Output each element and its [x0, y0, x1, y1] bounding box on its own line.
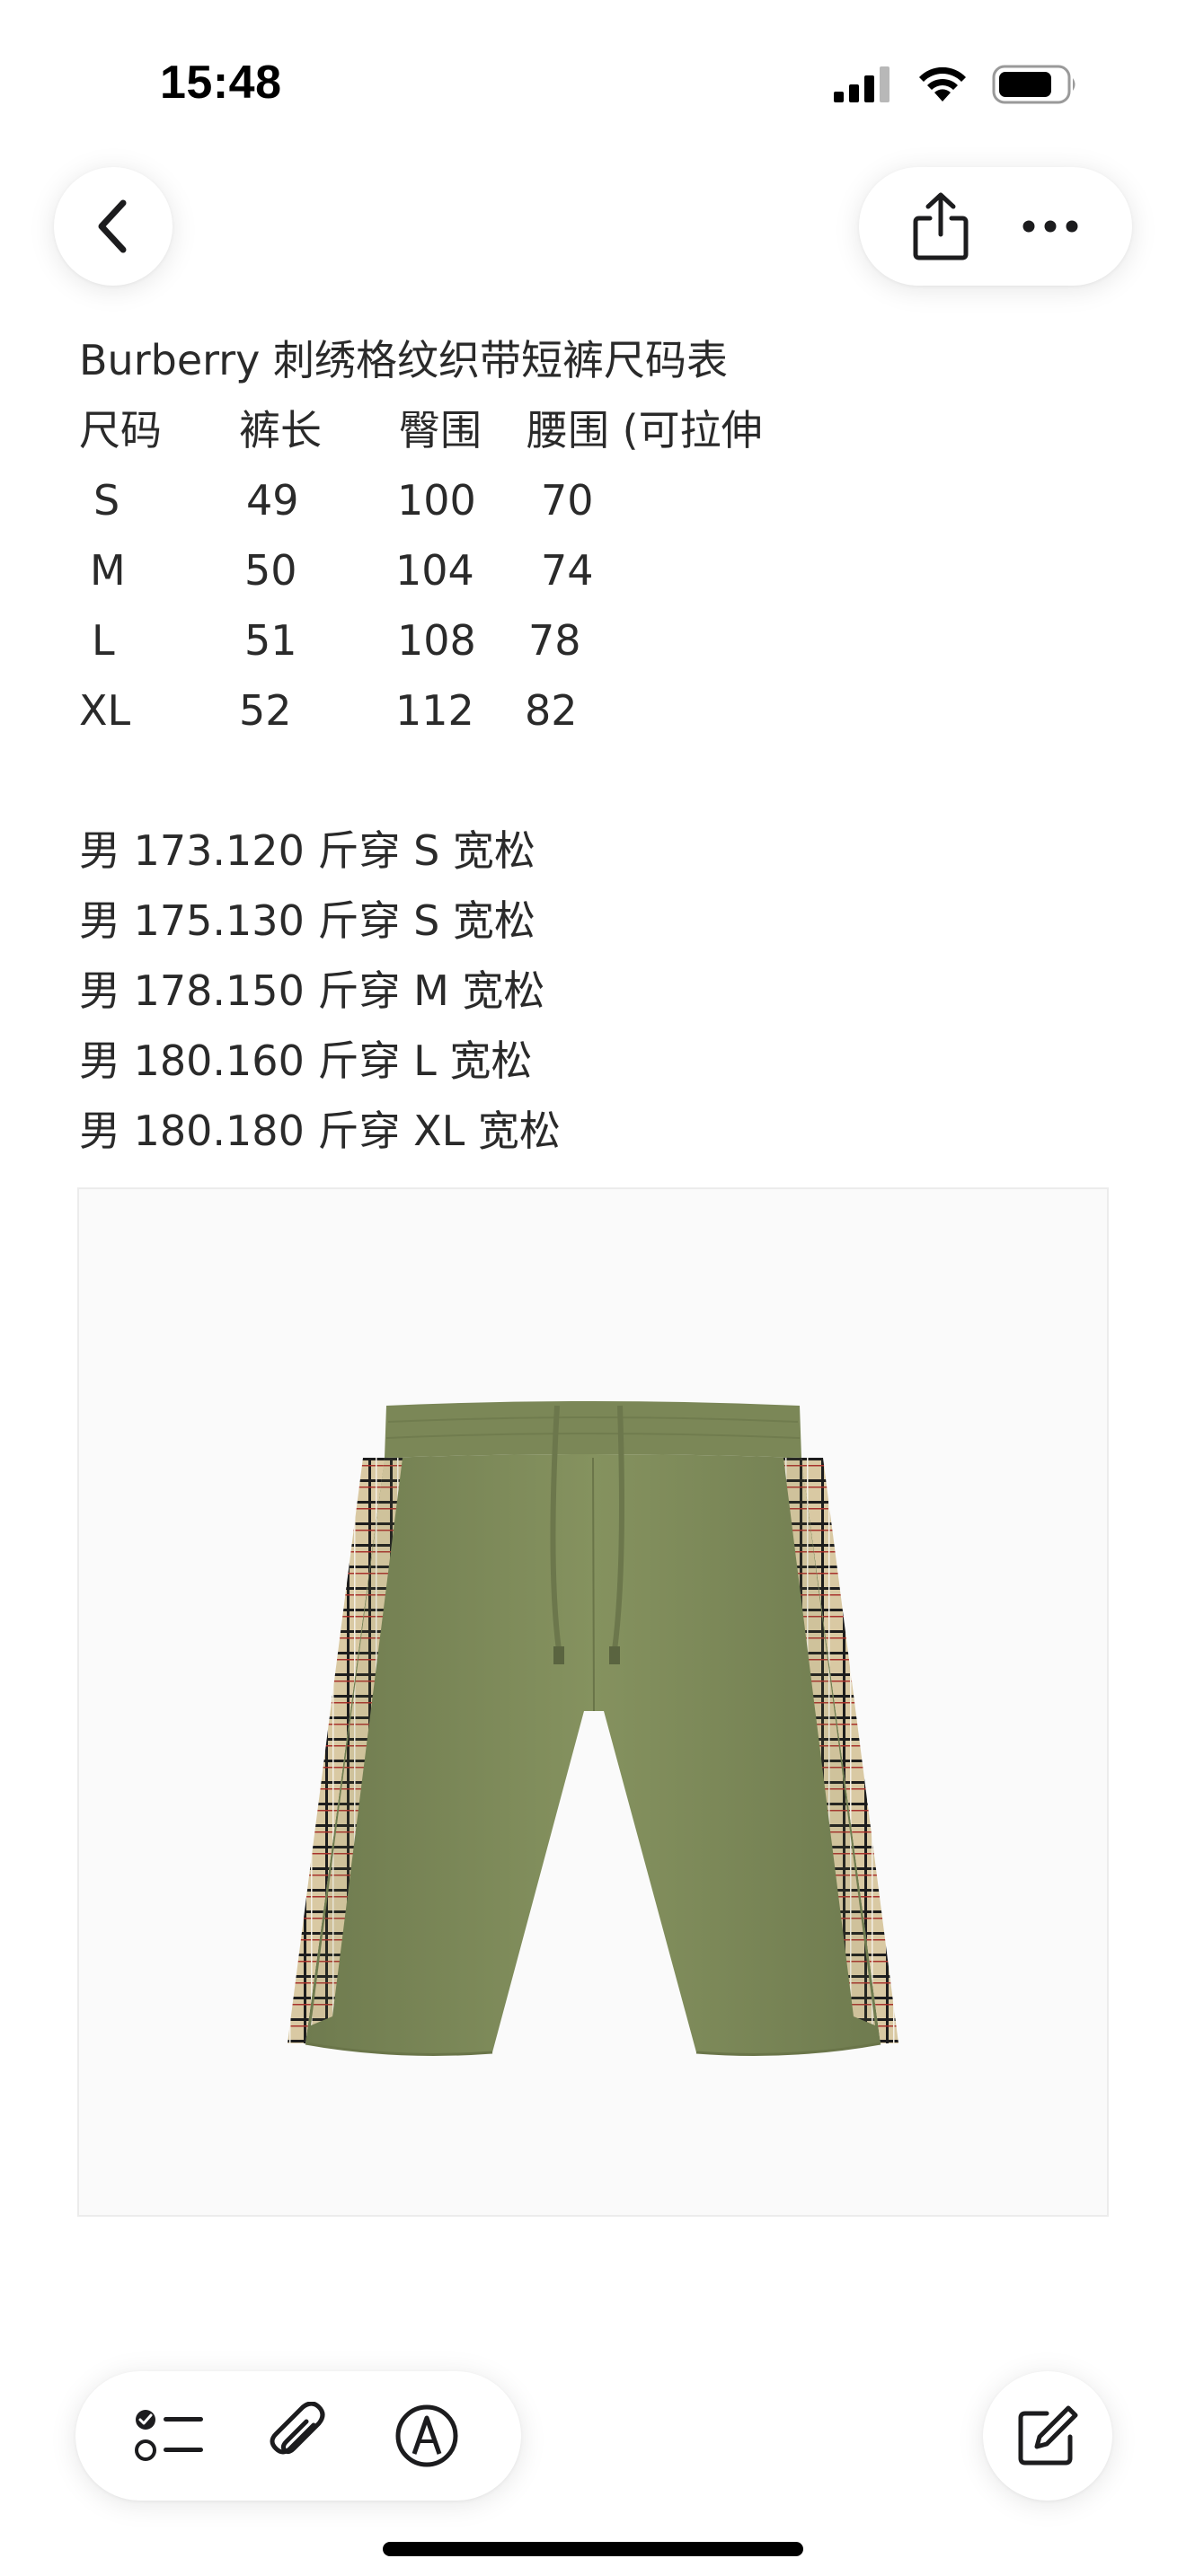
note-title: Burberry 刺绣格纹织带短裤尺码表: [79, 336, 728, 384]
header-size: 尺码: [79, 406, 162, 454]
cellular-signal-icon: [834, 66, 890, 102]
notes-screen: 15:48 Burberry 刺绣格纹织带短裤尺码表 尺码 裤长 臀围 腰围 (…: [0, 0, 1186, 2576]
wifi-icon: [919, 66, 966, 101]
pen-markup-icon: [395, 2404, 458, 2467]
size-label: M: [90, 546, 126, 595]
compose-button[interactable]: [983, 2371, 1112, 2501]
home-indicator[interactable]: [383, 2542, 803, 2556]
size-row-l: L 51 108 78: [79, 605, 1112, 675]
fit-line: 男 175.130 斤穿 S 宽松: [79, 896, 535, 945]
waist-value: 74: [541, 546, 594, 595]
waist-value: 78: [528, 616, 581, 665]
attachment-button[interactable]: [262, 2400, 334, 2472]
hip-value: 100: [397, 476, 476, 525]
fit-line: 男 173.120 斤穿 S 宽松: [79, 826, 535, 875]
waist-value: 70: [541, 476, 594, 525]
product-image[interactable]: [77, 1187, 1109, 2217]
markup-button[interactable]: [391, 2400, 463, 2472]
checklist-button[interactable]: [134, 2400, 206, 2472]
header-waist: 腰围 (可拉伸: [527, 406, 763, 454]
waist-value: 82: [525, 686, 578, 735]
status-icons: [834, 65, 1078, 104]
size-label: S: [93, 476, 120, 525]
header-length: 裤长: [239, 406, 322, 454]
note-tools-pill: [75, 2371, 521, 2501]
checklist-icon: [135, 2410, 204, 2461]
compose-icon: [1018, 2405, 1078, 2466]
fit-line: 男 178.150 斤穿 M 宽松: [79, 966, 545, 1015]
ellipsis-icon: [1022, 220, 1078, 233]
chevron-left-icon: [98, 199, 127, 253]
hip-value: 104: [395, 546, 474, 595]
shorts-illustration: [288, 1401, 898, 2056]
size-label: L: [92, 616, 115, 665]
length-value: 50: [244, 546, 297, 595]
note-body[interactable]: Burberry 刺绣格纹织带短裤尺码表 尺码 裤长 臀围 腰围 (可拉伸 S …: [79, 325, 1112, 1166]
size-label: XL: [79, 686, 131, 735]
fit-line: 男 180.160 斤穿 L 宽松: [79, 1037, 533, 1085]
battery-icon: [992, 65, 1075, 104]
note-actions-pill: [859, 167, 1132, 286]
status-time: 15:48: [160, 57, 282, 109]
hip-value: 112: [395, 686, 474, 735]
more-button[interactable]: [1014, 190, 1086, 262]
paperclip-icon: [270, 2402, 325, 2455]
length-value: 49: [246, 476, 299, 525]
size-table-header: 尺码 裤长 臀围 腰围 (可拉伸: [79, 395, 1112, 465]
fit-line: 男 180.180 斤穿 XL 宽松: [79, 1107, 561, 1155]
length-value: 51: [244, 616, 297, 665]
size-row-m: M 50 104 74: [79, 535, 1112, 605]
size-row-xl: XL 52 112 82: [79, 675, 1112, 745]
header-hip: 臀围: [399, 406, 482, 454]
hip-value: 108: [397, 616, 476, 665]
share-icon: [913, 192, 969, 260]
share-button[interactable]: [905, 190, 977, 262]
length-value: 52: [239, 686, 292, 735]
back-button[interactable]: [54, 167, 173, 286]
size-row-s: S 49 100 70: [79, 465, 1112, 535]
